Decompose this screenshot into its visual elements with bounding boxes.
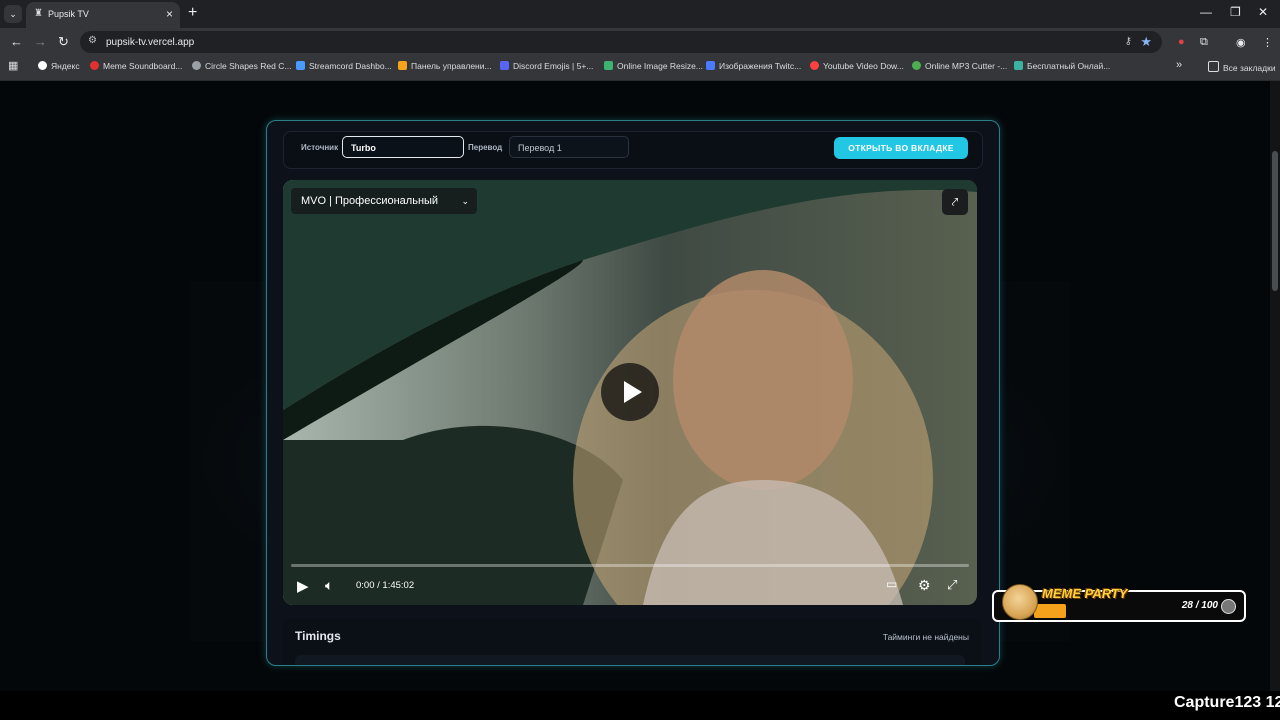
time-display: 0:00 / 1:45:02 bbox=[356, 580, 414, 591]
bookmark-favicon-icon bbox=[500, 61, 509, 70]
bookmark-item[interactable]: Бесплатный Онлай... bbox=[1014, 61, 1110, 71]
source-label: Источник bbox=[301, 143, 339, 152]
bookmark-label: Яндекс bbox=[51, 61, 80, 71]
menu-dots-icon[interactable]: ⋮ bbox=[1262, 36, 1273, 49]
bookmark-favicon-icon bbox=[38, 61, 47, 70]
scrollbar-thumb[interactable] bbox=[1272, 151, 1278, 291]
all-bookmarks[interactable]: Все закладки bbox=[1208, 61, 1276, 73]
translation-select[interactable]: Перевод 1 bbox=[509, 136, 629, 158]
url-text: pupsik-tv.vercel.app bbox=[106, 37, 195, 48]
bookmark-label: Circle Shapes Red C... bbox=[205, 61, 292, 71]
meme-progress-bar bbox=[1034, 604, 1066, 618]
maximize-icon[interactable]: ❐ bbox=[1230, 5, 1241, 19]
bookmark-favicon-icon bbox=[90, 61, 99, 70]
bookmark-favicon-icon bbox=[192, 61, 201, 70]
timings-panel: Timings Тайминги не найдены bbox=[283, 619, 981, 665]
reload-icon[interactable]: ↻ bbox=[58, 34, 69, 50]
close-window-icon[interactable]: ✕ bbox=[1258, 5, 1268, 19]
time-current: 0:00 bbox=[356, 580, 375, 591]
password-key-icon[interactable]: ⚷ bbox=[1125, 36, 1132, 47]
doge-icon bbox=[1002, 584, 1038, 620]
time-total: 1:45:02 bbox=[382, 580, 415, 591]
page-scrollbar[interactable] bbox=[1270, 81, 1280, 691]
quality-dropdown[interactable]: MVO | Профессиональный ⌄ bbox=[291, 188, 477, 214]
bookmark-favicon-icon bbox=[706, 61, 715, 70]
time-separator: / bbox=[377, 580, 380, 591]
timings-title: Timings bbox=[295, 629, 341, 643]
apps-grid-icon[interactable]: ▦ bbox=[8, 59, 18, 72]
subtitles-icon[interactable]: ▭ bbox=[886, 577, 897, 591]
tab-title: Pupsik TV bbox=[48, 9, 89, 19]
translation-label: Перевод bbox=[468, 143, 503, 152]
browser-toolbar: ← → ↻ ⚙ pupsik-tv.vercel.app ⚷ ★ ● ⧉ ◉ ⋮ bbox=[0, 28, 1280, 56]
back-icon[interactable]: ← bbox=[10, 34, 23, 49]
all-bookmarks-label: Все закладки bbox=[1223, 63, 1276, 73]
tab-search-button[interactable]: ⌄ bbox=[4, 5, 22, 23]
browser-tab-bar: ⌄ ♜ Pupsik TV × + — ❐ ✕ bbox=[0, 0, 1280, 28]
bookmark-item[interactable]: Circle Shapes Red C... bbox=[192, 61, 291, 71]
bookmark-favicon-icon bbox=[1014, 61, 1023, 70]
bookmark-favicon-icon bbox=[604, 61, 613, 70]
open-in-tab-button[interactable]: ОТКРЫТЬ ВО ВКЛАДКЕ bbox=[834, 137, 968, 159]
bookmark-favicon-icon bbox=[810, 61, 819, 70]
progress-bar[interactable] bbox=[291, 564, 969, 567]
meme-title: MEME PARTY bbox=[1042, 586, 1128, 601]
bookmark-item[interactable]: Online Image Resize... bbox=[604, 61, 703, 71]
bookmark-label: Бесплатный Онлай... bbox=[1027, 61, 1111, 71]
player-controls-bar: Источник Turbo Перевод Перевод 1 ОТКРЫТЬ… bbox=[283, 131, 983, 169]
meme-count: 28 / 100 bbox=[1181, 600, 1218, 611]
site-info-icon[interactable]: ⚙ bbox=[88, 35, 97, 46]
bookmark-item[interactable]: Online MP3 Cutter -... bbox=[912, 61, 1007, 71]
bookmark-item[interactable]: Meme Soundboard... bbox=[90, 61, 182, 71]
folder-icon bbox=[1208, 61, 1219, 72]
play-icon[interactable]: ▶ bbox=[297, 577, 309, 595]
close-tab-icon[interactable]: × bbox=[166, 7, 173, 21]
new-tab-button[interactable]: + bbox=[188, 4, 197, 22]
fullscreen-icon[interactable]: ⤢ bbox=[947, 577, 957, 593]
chevron-down-icon: ⌄ bbox=[461, 196, 469, 206]
video-player[interactable]: MVO | Профессиональный ⌄ ⤤ ▶ 🔈︎ 0:00 / 1… bbox=[283, 180, 977, 605]
bookmark-label: Youtube Video Dow... bbox=[823, 61, 904, 71]
browser-tab[interactable]: ♜ Pupsik TV × bbox=[26, 2, 180, 28]
meme-party-widget: MEME PARTY 28 / 100 bbox=[992, 584, 1246, 622]
bookmark-item[interactable]: Streamcord Dashbo... bbox=[296, 61, 392, 71]
minimize-icon[interactable]: — bbox=[1200, 5, 1212, 19]
coin-icon bbox=[1221, 599, 1236, 614]
bookmark-item[interactable]: Изображения Twitc... bbox=[706, 61, 801, 71]
bookmark-label: Изображения Twitc... bbox=[719, 61, 802, 71]
bookmark-item[interactable]: Youtube Video Dow... bbox=[810, 61, 904, 71]
capture-text: Capture123 12 bbox=[1174, 694, 1280, 711]
big-play-button[interactable] bbox=[601, 363, 659, 421]
bookmark-label: Streamcord Dashbo... bbox=[309, 61, 392, 71]
profile-avatar-icon[interactable]: ◉ bbox=[1236, 36, 1246, 49]
bookmark-label: Панель управлени... bbox=[411, 61, 492, 71]
bookmark-label: Online MP3 Cutter -... bbox=[925, 61, 1008, 71]
bookmarks-overflow-icon[interactable]: » bbox=[1176, 59, 1182, 71]
site-favicon-icon: ♜ bbox=[34, 8, 43, 19]
bookmark-label: Discord Emojis | 5+... bbox=[513, 61, 594, 71]
player-card: Источник Turbo Перевод Перевод 1 ОТКРЫТЬ… bbox=[266, 120, 1000, 666]
source-select[interactable]: Turbo bbox=[342, 136, 464, 158]
extension-icon[interactable]: ● bbox=[1178, 36, 1185, 48]
extensions-puzzle-icon[interactable]: ⧉ bbox=[1200, 36, 1208, 49]
bookmark-favicon-icon bbox=[296, 61, 305, 70]
settings-gear-icon[interactable]: ⚙ bbox=[918, 577, 931, 594]
bottom-strip bbox=[0, 691, 1280, 720]
timings-status: Тайминги не найдены bbox=[882, 632, 969, 642]
bookmark-item[interactable]: Discord Emojis | 5+... bbox=[500, 61, 593, 71]
bookmark-favicon-icon bbox=[398, 61, 407, 70]
bookmark-item[interactable]: Панель управлени... bbox=[398, 61, 492, 71]
address-bar[interactable]: ⚙ pupsik-tv.vercel.app ⚷ ★ bbox=[80, 31, 1162, 53]
bookmarks-bar: ▦ Яндекс Meme Soundboard... Circle Shape… bbox=[0, 56, 1280, 81]
forward-icon[interactable]: → bbox=[34, 34, 47, 49]
bookmark-label: Meme Soundboard... bbox=[103, 61, 183, 71]
bookmark-star-icon[interactable]: ★ bbox=[1140, 34, 1152, 50]
volume-icon[interactable]: 🔈︎ bbox=[325, 577, 333, 594]
share-icon[interactable]: ⤤ bbox=[942, 189, 968, 215]
timings-list bbox=[295, 655, 965, 665]
bookmark-favicon-icon bbox=[912, 61, 921, 70]
quality-label: MVO | Профессиональный bbox=[301, 195, 439, 207]
bookmark-item[interactable]: Яндекс bbox=[38, 61, 80, 71]
bookmark-label: Online Image Resize... bbox=[617, 61, 703, 71]
